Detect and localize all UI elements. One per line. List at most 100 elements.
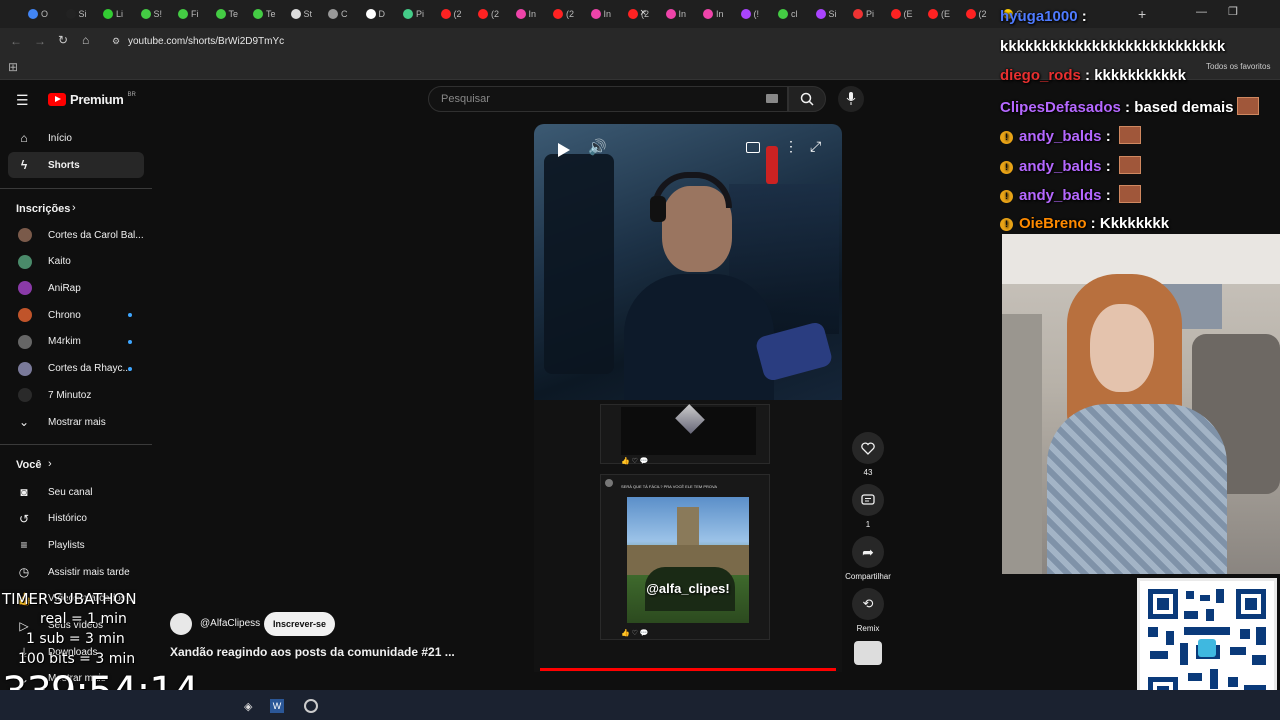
sidebar-item[interactable]: ⌂ Início: [8, 125, 144, 151]
browser-tab[interactable]: In: [662, 4, 698, 24]
browser-tab[interactable]: Te: [212, 4, 248, 24]
restore-icon[interactable]: ❐: [1228, 5, 1238, 18]
fullscreen-icon[interactable]: ⤢: [810, 138, 821, 155]
post-photo: @alfa_clipes!: [627, 497, 749, 623]
sidebar-item[interactable]: Cortes da Rhayc...: [8, 356, 144, 382]
tab-label: cl: [791, 9, 798, 19]
chat-emote-icon: [1237, 96, 1260, 115]
play-icon: [558, 143, 570, 157]
home-browser-icon[interactable]: ⌂: [82, 33, 89, 47]
browser-tab[interactable]: (!: [737, 4, 773, 24]
history-icon: ↺: [18, 511, 30, 526]
sidebar-item[interactable]: Chrono: [8, 302, 144, 328]
sidebar-item[interactable]: M4rkim: [8, 329, 144, 355]
browser-tab[interactable]: D: [362, 4, 398, 24]
url-field[interactable]: youtube.com/shorts/BrWi2D9TmYc: [110, 33, 1010, 51]
short-video-player[interactable]: 🔊 ⋮ ⤢: [534, 124, 842, 400]
subathon-rule-3: 100 bits = 3 min: [18, 651, 136, 667]
browser-tab[interactable]: (E: [887, 4, 923, 24]
reload-icon[interactable]: ↻: [58, 33, 68, 47]
sidebar-item[interactable]: ↺ Histórico: [8, 506, 144, 532]
browser-tab[interactable]: (2: [437, 4, 473, 24]
browser-tab[interactable]: (E: [924, 4, 960, 24]
minimize-icon[interactable]: —: [1196, 6, 1207, 18]
sidebar-item[interactable]: ⌄ Mostrar mais: [8, 409, 144, 435]
sidebar-item[interactable]: AniRap: [8, 275, 144, 301]
captions-icon[interactable]: [746, 142, 760, 153]
obs-icon[interactable]: [304, 699, 318, 713]
browser-tab[interactable]: In: [587, 4, 623, 24]
youtube-logo[interactable]: Premium BR: [48, 92, 136, 107]
plaid-shirt: [1047, 404, 1227, 574]
browser-tab[interactable]: In: [512, 4, 548, 24]
browser-tab[interactable]: S!: [137, 4, 173, 24]
tab-favicon-icon: [965, 9, 976, 19]
back-icon[interactable]: ←: [10, 34, 22, 48]
share-button[interactable]: ➦: [852, 536, 884, 568]
remix-icon: ⟲: [862, 596, 874, 611]
apps-grid-icon[interactable]: ⊞: [8, 60, 18, 74]
sidebar-item[interactable]: 7 Minutoz: [8, 382, 144, 408]
volume-icon[interactable]: 🔊: [588, 138, 608, 158]
browser-tab[interactable]: (2: [549, 4, 585, 24]
browser-tab[interactable]: C: [324, 4, 360, 24]
chat-emote-icon: [1118, 155, 1141, 174]
chat-separator: :: [1101, 157, 1115, 175]
close-tab-icon[interactable]: ×: [640, 7, 646, 19]
all-bookmarks[interactable]: Todos os favoritos: [1206, 62, 1270, 71]
menu-icon[interactable]: ☰: [16, 92, 29, 109]
search-input[interactable]: Pesquisar: [428, 86, 788, 112]
like-button[interactable]: [852, 432, 884, 464]
browser-tab[interactable]: Pi: [849, 4, 885, 24]
word-icon[interactable]: W: [270, 699, 284, 713]
sidebar-item[interactable]: Kaito: [8, 249, 144, 275]
new-tab-button[interactable]: +: [1138, 6, 1146, 22]
browser-tab[interactable]: Si: [62, 4, 98, 24]
browser-tab[interactable]: St: [287, 4, 323, 24]
short-title[interactable]: Xandão reagindo aos posts da comunidade …: [170, 645, 455, 659]
progress-bar[interactable]: [540, 668, 836, 671]
keyboard-icon[interactable]: [766, 94, 778, 103]
remix-button[interactable]: ⟲: [852, 588, 884, 620]
sidebar-item[interactable]: ϟ Shorts: [8, 152, 144, 178]
browser-tab[interactable]: Te: [249, 4, 285, 24]
channel-avatar[interactable]: [170, 613, 192, 635]
channel-avatar: [18, 361, 32, 376]
search-button[interactable]: [788, 86, 826, 112]
sidebar-item-label: M4rkim: [48, 336, 81, 348]
playlists-icon: ≡: [20, 538, 28, 553]
forward-icon[interactable]: →: [34, 34, 46, 48]
taskbar-app-icon[interactable]: ◈: [244, 700, 252, 713]
browser-tab[interactable]: cl: [774, 4, 810, 24]
browser-tab[interactable]: Fi: [174, 4, 210, 24]
browser-tab[interactable]: O: [24, 4, 60, 24]
channel-icon: ◙: [20, 485, 28, 499]
sidebar-item[interactable]: ◷ Assistir mais tarde: [8, 559, 144, 585]
play-button[interactable]: [554, 140, 574, 160]
subscribe-button[interactable]: Inscrever-se: [264, 612, 336, 636]
browser-tab[interactable]: Pi: [399, 4, 435, 24]
you-title[interactable]: Você: [16, 459, 41, 471]
browser-tab[interactable]: Si: [812, 4, 848, 24]
tab-favicon-icon: [890, 9, 901, 19]
comments-button[interactable]: [852, 484, 884, 516]
sidebar-item[interactable]: ≡ Playlists: [8, 532, 144, 558]
tab-label: C: [341, 9, 348, 19]
browser-tab[interactable]: Li: [99, 4, 135, 24]
heart-icon: [861, 441, 875, 455]
channel-name[interactable]: @AlfaClipess: [200, 618, 260, 629]
new-content-dot: [128, 339, 132, 344]
sound-thumbnail[interactable]: [854, 641, 882, 665]
subscriptions-title[interactable]: Inscrições: [16, 203, 70, 215]
share-icon: ➦: [862, 543, 874, 560]
voice-search-button[interactable]: [838, 86, 864, 112]
chat-separator: :: [1101, 187, 1115, 204]
chat-separator: :: [1077, 8, 1087, 25]
browser-tab[interactable]: In: [699, 4, 735, 24]
sidebar-item[interactable]: Cortes da Carol Bal...: [8, 222, 144, 248]
more-options-icon[interactable]: ⋮: [784, 138, 798, 155]
browser-tab[interactable]: (2: [474, 4, 510, 24]
browser-tab[interactable]: (2: [962, 4, 998, 24]
sidebar-item[interactable]: ◙ Seu canal: [8, 479, 144, 505]
tab-favicon-icon: [28, 9, 38, 19]
